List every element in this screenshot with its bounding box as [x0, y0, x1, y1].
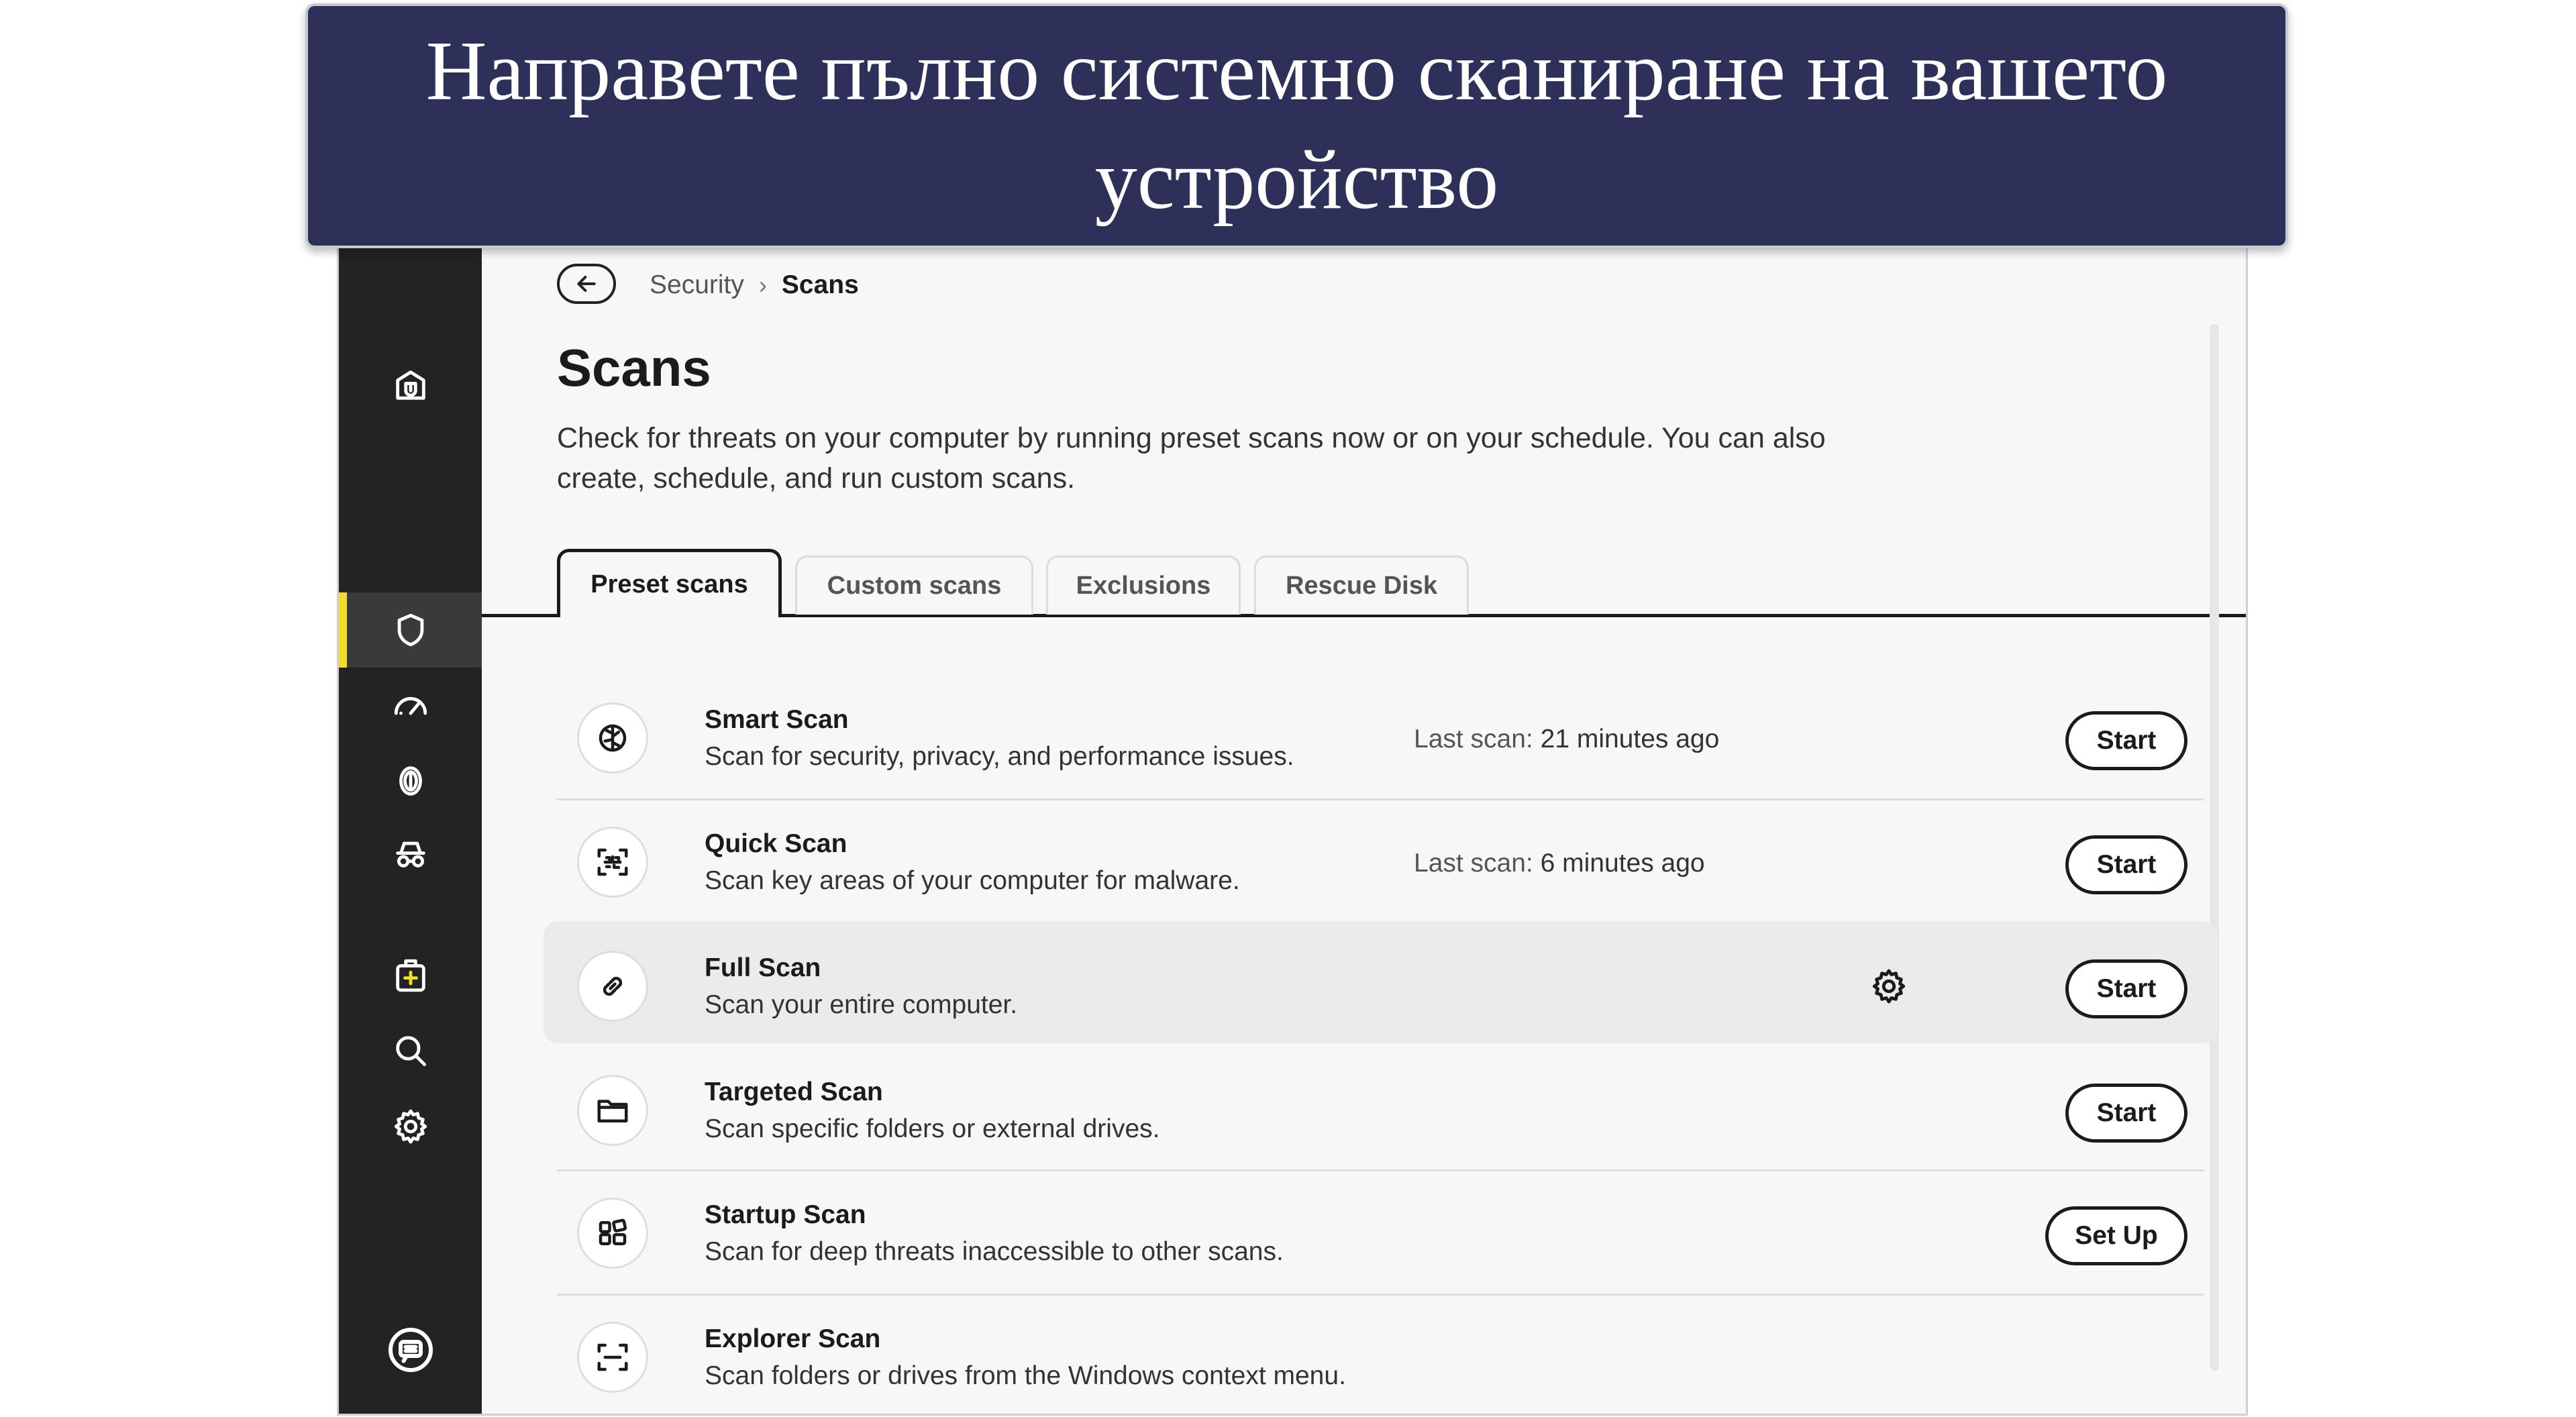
- sidebar-item-toolbox[interactable]: [339, 938, 482, 1013]
- breadcrumb: Security › Scans: [650, 270, 859, 300]
- sidebar: [339, 230, 482, 1414]
- tab-preset-scans[interactable]: Preset scans: [557, 549, 782, 617]
- sidebar-item-anonymity[interactable]: [339, 817, 482, 892]
- sidebar-item-settings[interactable]: [339, 1089, 482, 1164]
- page-title: Scans: [557, 338, 711, 397]
- sidebar-item-home[interactable]: [339, 348, 482, 423]
- scan-title: Explorer Scan: [705, 1324, 881, 1353]
- scan-description: Scan folders or drives from the Windows …: [705, 1361, 1346, 1390]
- smart-scan-icon: [577, 702, 648, 774]
- gear-icon: [1872, 969, 1906, 1004]
- scan-description: Scan your entire computer.: [705, 990, 1018, 1019]
- shield-icon: [397, 613, 423, 647]
- sidebar-item-privacy[interactable]: [339, 743, 482, 819]
- search-icon: [395, 1036, 426, 1066]
- tab-custom-scans[interactable]: Custom scans: [795, 556, 1033, 615]
- start-full-scan-button[interactable]: Start: [2065, 959, 2187, 1018]
- scan-title: Smart Scan: [705, 705, 849, 734]
- start-quick-scan-button[interactable]: Start: [2065, 835, 2187, 894]
- last-scan-info: Last scan: 6 minutes ago: [1414, 849, 1705, 878]
- gear-icon: [394, 1109, 427, 1144]
- scan-row-startup: Startup Scan Scan for deep threats inacc…: [544, 1168, 2218, 1290]
- last-scan-value: 21 minutes ago: [1540, 725, 1720, 753]
- main-content: Security › Scans Scans Check for threats…: [482, 230, 2246, 1414]
- tab-rescue-disk[interactable]: Rescue Disk: [1254, 556, 1469, 615]
- sidebar-item-performance[interactable]: [339, 668, 482, 743]
- last-scan-label: Last scan:: [1414, 849, 1533, 878]
- breadcrumb-current: Scans: [781, 270, 859, 299]
- header-banner: Направете пълно системно сканиране на ва…: [305, 3, 2288, 248]
- arrow-left-icon: [577, 276, 596, 292]
- scan-title: Full Scan: [705, 953, 821, 982]
- back-button[interactable]: [557, 264, 616, 304]
- full-scan-icon: [577, 951, 648, 1022]
- scan-title: Startup Scan: [705, 1200, 866, 1229]
- breadcrumb-parent-link[interactable]: Security: [650, 270, 744, 300]
- scan-row-explorer: Explorer Scan Scan folders or drives fro…: [544, 1292, 2218, 1414]
- start-targeted-scan-button[interactable]: Start: [2065, 1084, 2187, 1143]
- sidebar-item-help[interactable]: [339, 1312, 482, 1387]
- quick-scan-icon: [577, 827, 648, 898]
- scan-description: Scan for security, privacy, and performa…: [705, 742, 1294, 771]
- scan-description: Scan for deep threats inaccessible to ot…: [705, 1237, 1284, 1266]
- medkit-icon: [395, 959, 425, 992]
- scan-title: Quick Scan: [705, 829, 847, 858]
- home-shield-icon: [395, 370, 425, 400]
- explorer-scan-icon: [577, 1322, 648, 1393]
- page-description: Check for threats on your computer by ru…: [557, 422, 1826, 494]
- chat-icon: [388, 1328, 433, 1372]
- scan-row-quick: Quick Scan Scan key areas of your comput…: [544, 797, 2218, 919]
- scan-row-targeted: Targeted Scan Scan specific folders or e…: [544, 1045, 2218, 1167]
- last-scan-value: 6 minutes ago: [1540, 849, 1705, 878]
- tab-exclusions[interactable]: Exclusions: [1046, 556, 1241, 615]
- scan-title: Targeted Scan: [705, 1078, 883, 1106]
- start-smart-scan-button[interactable]: Start: [2065, 711, 2187, 770]
- last-scan-label: Last scan:: [1414, 725, 1533, 753]
- scan-row-full: Full Scan Scan your entire computer. Sta…: [544, 921, 2218, 1043]
- scan-row-smart: Smart Scan Scan for security, privacy, a…: [544, 673, 2218, 795]
- tab-bar: Preset scans Custom scans Exclusions Res…: [482, 549, 2246, 617]
- breadcrumb-chevron-icon: ›: [758, 271, 767, 299]
- sidebar-item-security[interactable]: [339, 592, 482, 668]
- speedometer-icon: [394, 696, 427, 715]
- incognito-icon: [395, 841, 425, 868]
- sidebar-item-search[interactable]: [339, 1013, 482, 1088]
- folder-icon: [577, 1075, 648, 1146]
- windows-icon: [577, 1198, 648, 1269]
- set-up-startup-scan-button[interactable]: Set Up: [2045, 1206, 2187, 1265]
- scan-description: Scan key areas of your computer for malw…: [705, 866, 1240, 895]
- app-window: Security › Scans Scans Check for threats…: [337, 228, 2248, 1416]
- full-scan-settings-button[interactable]: [1865, 963, 1912, 1010]
- scan-description: Scan specific folders or external drives…: [705, 1114, 1160, 1143]
- last-scan-info: Last scan: 21 minutes ago: [1414, 725, 1719, 754]
- fingerprint-icon: [399, 766, 422, 796]
